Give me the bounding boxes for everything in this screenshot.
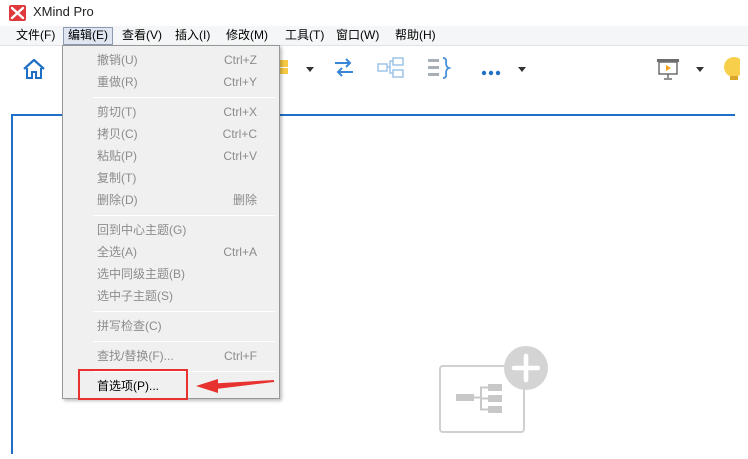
menu-view[interactable]: 查看(V) [118, 27, 166, 45]
menu-item-select-children[interactable]: 选中子主题(S) [63, 285, 279, 307]
menu-window[interactable]: 窗口(W) [332, 27, 383, 45]
chevron-down-icon[interactable] [518, 67, 526, 72]
menu-item-paste[interactable]: 粘贴(P) Ctrl+V [63, 145, 279, 167]
menu-item-select-siblings[interactable]: 选中同级主题(B) [63, 263, 279, 285]
menu-item-find-replace[interactable]: 查找/替换(F)... Ctrl+F [63, 345, 279, 367]
presentation-icon[interactable] [656, 57, 680, 84]
chevron-down-icon[interactable] [306, 67, 314, 72]
menu-separator [93, 97, 275, 98]
menu-item-redo[interactable]: 重做(R) Ctrl+Y [63, 71, 279, 93]
menu-bar: 文件(F) 编辑(E) 查看(V) 插入(I) 修改(M) 工具(T) 窗口(W… [0, 26, 748, 46]
home-icon[interactable] [22, 58, 46, 83]
menu-item-spell-check[interactable]: 拼写检查(C) [63, 315, 279, 337]
preferences-highlight-box [78, 369, 188, 400]
relationship-icon[interactable] [332, 56, 356, 83]
menu-file[interactable]: 文件(F) [12, 27, 59, 45]
chevron-down-icon[interactable] [696, 67, 704, 72]
edit-dropdown-menu: 撤销(U) Ctrl+Z 重做(R) Ctrl+Y 剪切(T) Ctrl+X 拷… [62, 45, 280, 399]
menu-item-copy[interactable]: 拷贝(C) Ctrl+C [63, 123, 279, 145]
menu-separator [93, 341, 275, 342]
menu-item-cut[interactable]: 剪切(T) Ctrl+X [63, 101, 279, 123]
notes-icon[interactable] [426, 56, 452, 83]
xmind-logo-icon [9, 5, 26, 21]
menu-separator [93, 215, 275, 216]
menu-tools[interactable]: 工具(T) [281, 27, 328, 45]
more-icon[interactable] [481, 65, 501, 79]
summary-icon[interactable] [377, 56, 405, 83]
menu-modify[interactable]: 修改(M) [222, 27, 272, 45]
window-title: XMind Pro [33, 4, 94, 19]
menu-item-delete[interactable]: 删除(D) 删除 [63, 189, 279, 211]
idea-icon[interactable] [720, 55, 744, 86]
menu-item-undo[interactable]: 撤销(U) Ctrl+Z [63, 49, 279, 71]
arrow-left-icon [194, 372, 276, 399]
title-bar: XMind Pro [0, 0, 748, 26]
menu-item-select-all[interactable]: 全选(A) Ctrl+A [63, 241, 279, 263]
menu-separator [93, 311, 275, 312]
color-swatch-icon[interactable] [280, 60, 290, 79]
menu-insert[interactable]: 插入(I) [171, 27, 214, 45]
menu-item-go-to-central-topic[interactable]: 回到中心主题(G) [63, 219, 279, 241]
menu-help[interactable]: 帮助(H) [391, 27, 440, 45]
menu-edit[interactable]: 编辑(E) [63, 27, 113, 45]
new-map-icon[interactable] [438, 344, 552, 439]
menu-item-duplicate[interactable]: 复制(T) [63, 167, 279, 189]
